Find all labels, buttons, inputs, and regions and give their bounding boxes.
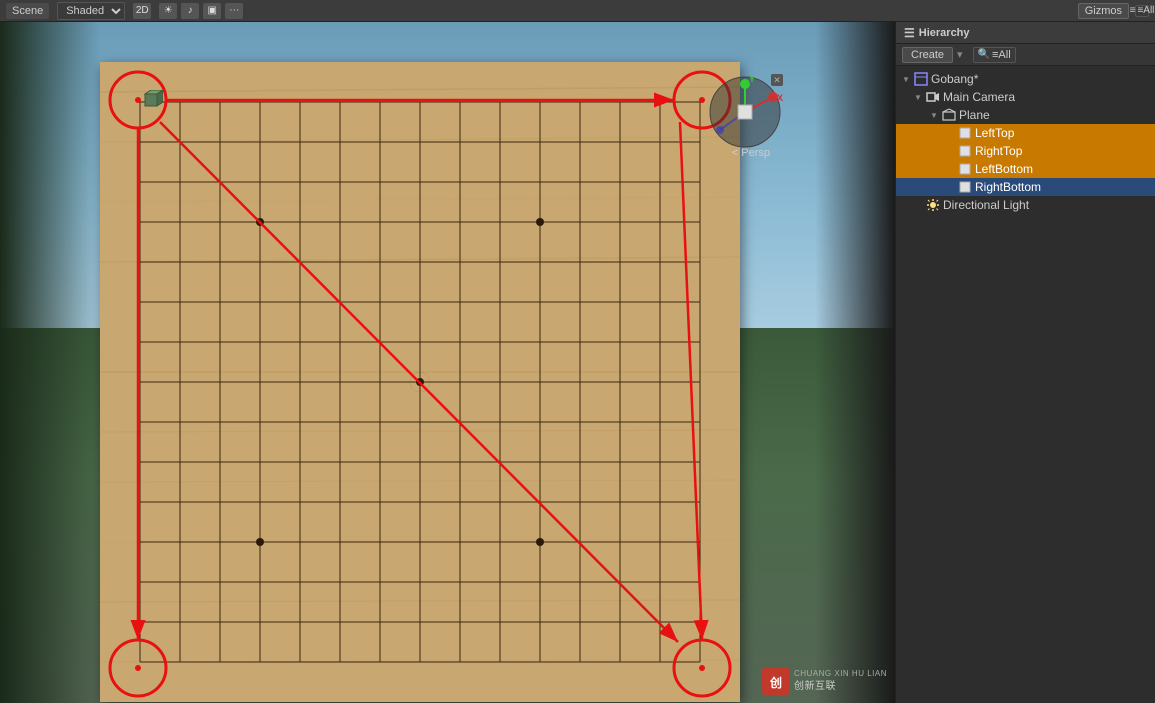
tree-arrow-plane: ▼ (928, 109, 940, 121)
svg-text:Y: Y (749, 74, 755, 84)
scene-viewport[interactable]: X Y ✕ < Persp 创 CHUANG XIN HU LIAN 创新互联 (0, 22, 895, 703)
go-board-container (100, 62, 740, 702)
2d-button[interactable]: 2D (133, 3, 151, 19)
scene-tab[interactable]: Scene (6, 3, 49, 19)
scene-icon (914, 72, 928, 86)
tree-arrow-right-bottom (944, 181, 956, 193)
light-icon (926, 198, 940, 212)
tree-label-right-top: RightTop (975, 144, 1022, 158)
camera-icon[interactable]: ▣ (203, 3, 221, 19)
create-button[interactable]: Create (902, 47, 953, 63)
object-icon-left-top (958, 126, 972, 140)
hierarchy-header: ☰ Hierarchy (896, 22, 1155, 44)
tree-label-plane: Plane (959, 108, 990, 122)
tree-label-left-top: LeftTop (975, 126, 1014, 140)
watermark-logo: 创 (762, 667, 790, 695)
3d-gizmo[interactable]: X Y ✕ (705, 72, 785, 152)
tree-arrow-left-top (944, 127, 956, 139)
hierarchy-tree: ▼ Gobang* ▼ Main Camera ▼ Pla (896, 66, 1155, 703)
svg-text:创: 创 (769, 675, 782, 690)
tree-item-left-top[interactable]: LeftTop (896, 124, 1155, 142)
tree-arrow-right-top (944, 145, 956, 157)
scene-shadow-right (815, 22, 895, 703)
gizmos-section: Gizmos ≡ ≡All (1078, 3, 1149, 19)
scene-shadow-left (0, 22, 100, 703)
watermark: 创 CHUANG XIN HU LIAN 创新互联 (762, 667, 887, 695)
tree-item-main-camera[interactable]: ▼ Main Camera (896, 88, 1155, 106)
mesh-icon (942, 108, 956, 122)
toolbar-icons: ☀ ♪ ▣ ⋯ (159, 3, 243, 19)
tree-item-gobang[interactable]: ▼ Gobang* (896, 70, 1155, 88)
tree-item-right-top[interactable]: RightTop (896, 142, 1155, 160)
tree-arrow-directional-light (912, 199, 924, 211)
top-bar: Scene Shaded 2D ☀ ♪ ▣ ⋯ Gizmos ≡ ≡All (0, 0, 1155, 22)
tree-label-gobang: Gobang* (931, 72, 978, 86)
object-icon-right-bottom (958, 180, 972, 194)
hierarchy-panel: ☰ Hierarchy Create ▾ 🔍 ≡All ▼ Gobang* ▼ (895, 22, 1155, 703)
watermark-line1: CHUANG XIN HU LIAN (794, 669, 887, 679)
sun-icon[interactable]: ☀ (159, 3, 177, 19)
tree-item-directional-light[interactable]: Directional Light (896, 196, 1155, 214)
main-layout: X Y ✕ < Persp 创 CHUANG XIN HU LIAN 创新互联 (0, 22, 1155, 703)
tree-arrow-main-camera: ▼ (912, 91, 924, 103)
watermark-text: CHUANG XIN HU LIAN 创新互联 (794, 669, 887, 692)
hierarchy-menu-icon: ☰ (904, 26, 915, 40)
minimize-button[interactable]: ≡ ≡All (1135, 5, 1149, 17)
persp-label: < Persp (732, 147, 770, 159)
scene-cube-object (143, 90, 163, 110)
gizmos-button[interactable]: Gizmos (1078, 3, 1129, 19)
more-icon[interactable]: ⋯ (225, 3, 243, 19)
gizmo-close-button[interactable]: ✕ (771, 74, 783, 86)
tree-label-directional-light: Directional Light (943, 198, 1029, 212)
all-icon: 🔍 (978, 49, 990, 60)
watermark-company: 创新互联 (794, 680, 887, 693)
svg-text:X: X (777, 93, 783, 103)
camera-icon (926, 90, 940, 104)
tree-item-left-bottom[interactable]: LeftBottom (896, 160, 1155, 178)
all-button[interactable]: 🔍 ≡All (973, 47, 1016, 63)
hierarchy-toolbar: Create ▾ 🔍 ≡All (896, 44, 1155, 66)
tree-arrow-gobang: ▼ (900, 73, 912, 85)
tree-item-plane[interactable]: ▼ Plane (896, 106, 1155, 124)
sound-icon[interactable]: ♪ (181, 3, 199, 19)
object-icon-left-bottom (958, 162, 972, 176)
shading-dropdown[interactable]: Shaded (57, 2, 125, 20)
hierarchy-title: Hierarchy (919, 27, 970, 39)
go-board (100, 62, 740, 702)
tree-label-left-bottom: LeftBottom (975, 162, 1033, 176)
board-wood-texture (100, 62, 740, 702)
object-icon-right-top (958, 144, 972, 158)
tree-item-right-bottom[interactable]: RightBottom (896, 178, 1155, 196)
tree-label-right-bottom: RightBottom (975, 180, 1041, 194)
tree-arrow-left-bottom (944, 163, 956, 175)
tree-label-main-camera: Main Camera (943, 90, 1015, 104)
